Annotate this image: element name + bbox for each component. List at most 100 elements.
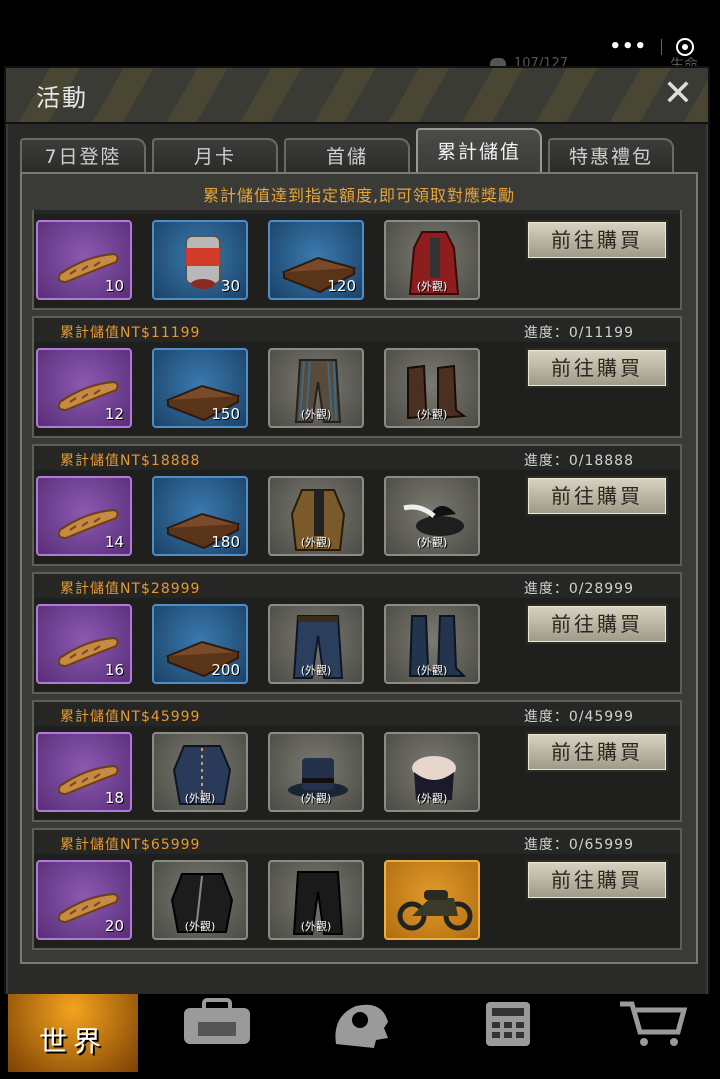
close-icon[interactable]: ✕ [660, 76, 696, 112]
appearance-tag: (外觀) [416, 536, 448, 549]
item-quantity: 30 [220, 277, 240, 295]
go-purchase-button[interactable]: 前往購買 [526, 604, 668, 644]
calculator-icon[interactable] [478, 998, 538, 1048]
reward-item-slot[interactable]: (外觀) [384, 732, 480, 812]
reward-item-slot[interactable]: (外觀) [268, 476, 364, 556]
reward-item-slot[interactable]: (外觀) [268, 348, 364, 428]
reward-item-slot[interactable]: (外觀) [152, 860, 248, 940]
item-quantity: 150 [211, 405, 240, 423]
appearance-tag: (外觀) [416, 792, 448, 805]
reward-item-slot[interactable]: 120 [268, 220, 364, 300]
progress-text: 進度：0/28999 [523, 581, 634, 597]
top-status-strip: ••• [0, 0, 720, 70]
tab-special-pack[interactable]: 特惠禮包 [548, 138, 674, 174]
item-quantity: 14 [104, 533, 124, 551]
appearance-tag: (外觀) [184, 920, 216, 933]
reward-item-slot[interactable]: 200 [152, 604, 248, 684]
separator [661, 38, 662, 55]
item-quantity: 16 [104, 661, 124, 679]
reward-list[interactable]: 10 30 120 (外觀) 前往購買 累計儲值NT$11199 進度：0/11199 12 1… [32, 210, 684, 956]
reward-item-slot[interactable]: (外觀) [384, 476, 480, 556]
reward-item-slot[interactable]: (外觀) [268, 604, 364, 684]
appearance-tag: (外觀) [300, 792, 332, 805]
more-dots-icon[interactable]: ••• [609, 36, 647, 57]
tab-monthly-card[interactable]: 月卡 [152, 138, 278, 174]
go-purchase-button[interactable]: 前往購買 [526, 220, 668, 260]
progress-text: 進度：0/45999 [523, 709, 634, 725]
reward-item-slot[interactable]: (外觀) [268, 732, 364, 812]
reward-item-slot[interactable]: 150 [152, 348, 248, 428]
reward-row: 累計儲值NT$45999 進度：0/45999 18 (外觀) (外觀) (外觀) 前往購買 [32, 700, 682, 822]
item-quantity: 12 [104, 405, 124, 423]
appearance-tag: (外觀) [416, 408, 448, 421]
reward-row-header: 累計儲值NT$28999 進度：0/28999 [34, 574, 680, 598]
tab-bar: 7日登陸 月卡 首儲 累計儲值 特惠禮包 [18, 128, 698, 174]
backpack-icon[interactable] [178, 998, 256, 1048]
reward-item-slot[interactable]: 180 [152, 476, 248, 556]
appearance-tag: (外觀) [300, 664, 332, 677]
reward-item-slot[interactable]: (外觀) [384, 348, 480, 428]
motorcycle-icon [397, 890, 473, 931]
tab-7day-login[interactable]: 7日登陸 [20, 138, 146, 174]
reward-row-header: 累計儲值NT$11199 進度：0/11199 [34, 318, 680, 342]
dialog-title: 活動 [36, 84, 88, 112]
topup-threshold-label: 累計儲值NT$45999 [60, 709, 201, 725]
reward-row-header: 累計儲值NT$18888 進度：0/18888 [34, 446, 680, 470]
progress-text: 進度：0/11199 [523, 325, 634, 341]
reward-item-slot[interactable]: (外觀) [268, 860, 364, 940]
reward-item-slot[interactable]: 30 [152, 220, 248, 300]
topup-threshold-label: 累計儲值NT$11199 [60, 325, 201, 341]
bottom-nav: 世界 [0, 994, 720, 1079]
reward-row: 累計儲值NT$65999 進度：0/65999 20 (外觀) (外觀) 前往購買 [32, 828, 682, 950]
topup-threshold-label: 累計儲值NT$18888 [60, 453, 201, 469]
progress-text: 進度：0/65999 [523, 837, 634, 853]
item-quantity: 10 [104, 277, 124, 295]
item-quantity: 200 [211, 661, 240, 679]
reward-row-header: 累計儲值NT$45999 進度：0/45999 [34, 702, 680, 726]
reward-row-header: 累計儲值NT$65999 進度：0/65999 [34, 830, 680, 854]
go-purchase-button[interactable]: 前往購買 [526, 348, 668, 388]
reward-panel: 累計儲值達到指定額度,即可領取對應獎勵 10 30 120 (外觀) 前往購買 累計儲值N… [20, 172, 698, 964]
reward-row: 累計儲值NT$28999 進度：0/28999 16 200 (外觀) (外觀) 前往購買 [32, 572, 682, 694]
item-quantity: 18 [104, 789, 124, 807]
item-quantity: 120 [327, 277, 356, 295]
notice-text: 累計儲值達到指定額度,即可領取對應獎勵 [202, 186, 516, 205]
appearance-tag: (外觀) [416, 280, 448, 293]
go-purchase-button[interactable]: 前往購買 [526, 476, 668, 516]
reward-item-slot[interactable] [384, 860, 480, 940]
reward-row: 累計儲值NT$18888 進度：0/18888 14 180 (外觀) (外觀) 前往購買 [32, 444, 682, 566]
appearance-tag: (外觀) [300, 408, 332, 421]
item-quantity: 180 [211, 533, 240, 551]
tab-first-purchase[interactable]: 首儲 [284, 138, 410, 174]
tab-cumulative-topup[interactable]: 累計儲值 [416, 128, 542, 174]
dialog-titlebar: 活動 ✕ [6, 68, 708, 124]
reward-item-slot[interactable]: (外觀) [152, 732, 248, 812]
appearance-tag: (外觀) [300, 536, 332, 549]
appearance-tag: (外觀) [300, 920, 332, 933]
item-quantity: 20 [104, 917, 124, 935]
reward-item-slot[interactable]: 20 [36, 860, 132, 940]
world-button[interactable]: 世界 [8, 994, 138, 1072]
reward-row: 10 30 120 (外觀) 前往購買 [32, 210, 682, 310]
reward-item-slot[interactable]: 12 [36, 348, 132, 428]
appearance-tag: (外觀) [184, 792, 216, 805]
reward-row: 累計儲值NT$11199 進度：0/11199 12 150 (外觀) (外觀) 前往購買 [32, 316, 682, 438]
progress-text: 進度：0/18888 [523, 453, 634, 469]
topup-threshold-label: 累計儲值NT$28999 [60, 581, 201, 597]
world-label: 世界 [38, 1025, 107, 1058]
reward-item-slot[interactable]: 10 [36, 220, 132, 300]
reward-item-slot[interactable]: (外觀) [384, 604, 480, 684]
activity-dialog: 活動 ✕ 7日登陸 月卡 首儲 累計儲值 特惠禮包 累計儲值達到指定額度,即可領… [4, 66, 710, 998]
appearance-tag: (外觀) [416, 664, 448, 677]
cart-icon[interactable] [616, 998, 688, 1048]
reward-item-slot[interactable]: 16 [36, 604, 132, 684]
go-purchase-button[interactable]: 前往購買 [526, 732, 668, 772]
topup-threshold-label: 累計儲值NT$65999 [60, 837, 201, 853]
reward-item-slot[interactable]: (外觀) [384, 220, 480, 300]
reward-item-slot[interactable]: 18 [36, 732, 132, 812]
reward-item-slot[interactable]: 14 [36, 476, 132, 556]
target-close-icon[interactable] [676, 37, 694, 56]
head-gear-icon[interactable] [326, 998, 396, 1048]
reward-row-header [34, 210, 680, 214]
go-purchase-button[interactable]: 前往購買 [526, 860, 668, 900]
